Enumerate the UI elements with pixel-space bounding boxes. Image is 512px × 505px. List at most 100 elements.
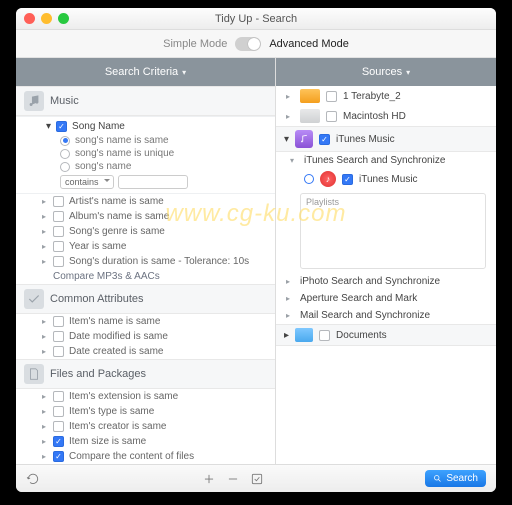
checkbox[interactable] — [53, 211, 64, 222]
criteria-link[interactable]: Compare MP3s & AACs — [53, 271, 160, 282]
checkbox[interactable] — [53, 391, 64, 402]
checkbox[interactable] — [53, 196, 64, 207]
source-label: Documents — [336, 330, 387, 341]
source-section-documents[interactable]: ▸ Documents — [276, 324, 496, 346]
source-volume-row[interactable]: ▸ 1 Terabyte_2 — [276, 86, 496, 106]
search-icon — [433, 474, 442, 483]
radio-unique[interactable] — [60, 149, 70, 159]
checkbox[interactable] — [53, 226, 64, 237]
itunes-app-icon: ♪ — [320, 171, 336, 187]
chevron-right-icon: ▸ — [286, 112, 294, 121]
tab-dot[interactable] — [304, 174, 314, 184]
add-icon[interactable] — [202, 472, 216, 486]
source-row[interactable]: ▸ Aperture Search and Mark — [276, 290, 496, 307]
chevron-right-icon: ▸ — [286, 294, 294, 303]
opt-same-label: song's name is same — [75, 135, 169, 146]
search-criteria-label: Search Criteria — [105, 66, 178, 78]
checkbox[interactable]: ✓ — [319, 134, 330, 145]
criteria-row[interactable]: ▸ Item's creator is same — [16, 419, 275, 434]
remove-icon[interactable] — [226, 472, 240, 486]
criteria-label: Song's genre is same — [69, 226, 165, 237]
criteria-row[interactable]: ▸Song's genre is same — [16, 224, 275, 239]
zoom-icon[interactable] — [58, 13, 69, 24]
source-row[interactable]: ▸Mail Search and Synchronize — [276, 307, 496, 324]
playlists-panel: Playlists — [300, 193, 486, 269]
advanced-mode-label[interactable]: Advanced Mode — [269, 38, 349, 50]
checkbox[interactable]: ✓ — [53, 451, 64, 462]
criteria-row[interactable]: ▸ Date created is same — [16, 344, 275, 359]
sources-label: Sources — [362, 66, 402, 78]
checkbox-song-name[interactable]: ✓ — [56, 121, 67, 132]
checkbox[interactable]: ✓ — [53, 436, 64, 447]
chevron-right-icon: ▸ — [286, 277, 294, 286]
chevron-right-icon: ▸ — [40, 422, 48, 431]
refresh-icon[interactable] — [26, 472, 40, 486]
search-button-label: Search — [446, 473, 478, 484]
checkbox[interactable] — [53, 346, 64, 357]
section-files[interactable]: Files and Packages — [16, 359, 275, 389]
chevron-right-icon: ▸ — [40, 392, 48, 401]
checkbox[interactable] — [326, 111, 337, 122]
criteria-row[interactable]: ▸✓Compare the content of files — [16, 449, 275, 464]
section-music[interactable]: Music — [16, 86, 275, 116]
chevron-right-icon: ▸ — [40, 437, 48, 446]
checkbox[interactable] — [53, 256, 64, 267]
internal-drive-icon — [300, 109, 320, 123]
mode-toggle[interactable] — [235, 37, 261, 51]
checkbox[interactable] — [53, 241, 64, 252]
chevron-down-icon[interactable]: ▾ — [406, 68, 410, 77]
chevron-down-icon[interactable]: ▾ — [46, 121, 51, 132]
criteria-label: Song's duration is same - Tolerance: 10s — [69, 256, 249, 267]
contains-select[interactable]: contains — [60, 175, 114, 189]
checkbox[interactable] — [53, 421, 64, 432]
chevron-right-icon: ▸ — [286, 92, 294, 101]
source-section-itunes[interactable]: ▾ ✓ iTunes Music — [276, 126, 496, 152]
source-volume-row[interactable]: ▸ Macintosh HD — [276, 106, 496, 126]
section-common[interactable]: Common Attributes — [16, 284, 275, 314]
source-label: iTunes Music — [359, 174, 418, 185]
checklist-icon[interactable] — [250, 472, 264, 486]
search-button[interactable]: Search — [425, 470, 486, 487]
contains-input[interactable] — [118, 175, 188, 189]
criteria-row[interactable]: ▸Album's name is same — [16, 209, 275, 224]
radio-plain[interactable] — [60, 162, 70, 172]
criteria-row[interactable]: ▸Item's extension is same — [16, 389, 275, 404]
checkbox[interactable] — [53, 331, 64, 342]
section-title: Common Attributes — [50, 293, 144, 305]
criteria-row[interactable]: ▸Year is same — [16, 239, 275, 254]
criteria-label: Item size is same — [69, 436, 146, 447]
minimize-icon[interactable] — [41, 13, 52, 24]
radio-same[interactable] — [60, 136, 70, 146]
checkbox[interactable] — [53, 406, 64, 417]
source-label: 1 Terabyte_2 — [343, 91, 401, 102]
criteria-row[interactable]: ▸Item's type is same — [16, 404, 275, 419]
criteria-row[interactable]: Compare MP3s & AACs — [16, 269, 275, 284]
chevron-right-icon: ▸ — [40, 242, 48, 251]
source-label: Aperture Search and Mark — [300, 293, 417, 304]
criteria-label: Artist's name is same — [69, 196, 164, 207]
criteria-row[interactable]: ▸Artist's name is same — [16, 194, 275, 209]
footer-bar: Search — [16, 464, 496, 492]
chevron-right-icon: ▸ — [40, 332, 48, 341]
criteria-row[interactable]: ▸ Song's duration is same - Tolerance: 10… — [16, 254, 275, 269]
opt-unique-label: song's name is unique — [75, 148, 174, 159]
checkbox[interactable] — [326, 91, 337, 102]
criteria-label: Item's creator is same — [69, 421, 167, 432]
checkbox[interactable] — [53, 316, 64, 327]
chevron-down-icon[interactable]: ▾ — [182, 68, 186, 77]
chevron-right-icon: ▸ — [40, 257, 48, 266]
close-icon[interactable] — [24, 13, 35, 24]
criteria-row[interactable]: ▸Item's name is same — [16, 314, 275, 329]
simple-mode-label[interactable]: Simple Mode — [163, 38, 227, 50]
source-row[interactable]: ▸ iPhoto Search and Synchronize — [276, 273, 496, 290]
criteria-row[interactable]: ▸Date modified is same — [16, 329, 275, 344]
titlebar: Tidy Up - Search — [16, 8, 496, 30]
chevron-right-icon: ▸ — [40, 452, 48, 461]
criteria-row[interactable]: ▸ ✓ Item size is same — [16, 434, 275, 449]
source-label: iPhoto Search and Synchronize — [300, 276, 440, 287]
checkbox[interactable]: ✓ — [342, 174, 353, 185]
checkbox[interactable] — [319, 330, 330, 341]
itunes-sync-row[interactable]: ▾ iTunes Search and Synchronize — [276, 152, 496, 169]
criteria-label: Date created is same — [69, 346, 164, 357]
chevron-right-icon: ▸ — [40, 347, 48, 356]
